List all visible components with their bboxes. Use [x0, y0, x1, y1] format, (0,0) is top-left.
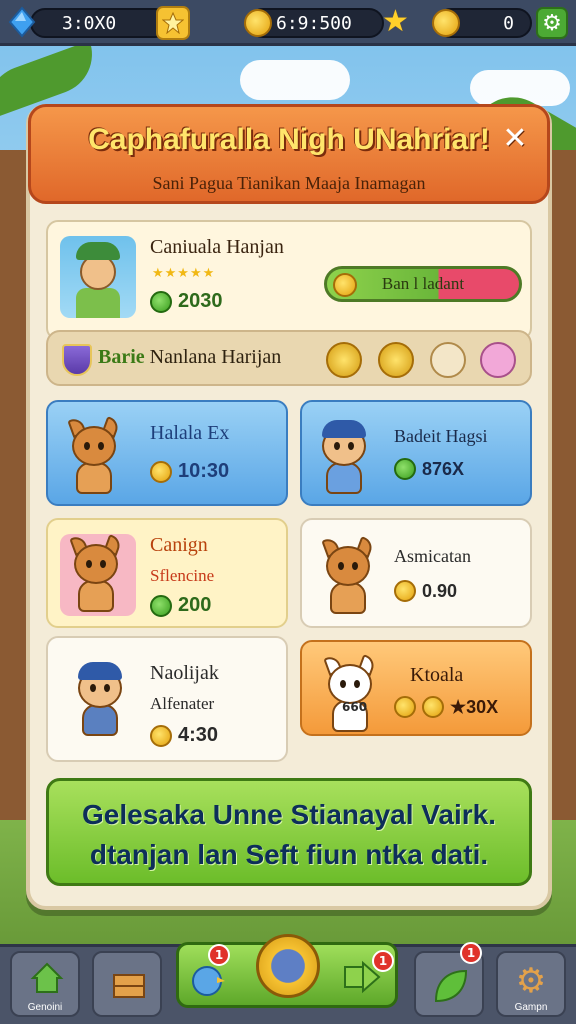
hero-portrait — [60, 236, 136, 318]
strip-text: Nanlana Harijan — [149, 346, 282, 368]
notification-badge: 1 — [460, 942, 482, 964]
coin-count: 6:9:500 — [276, 12, 352, 34]
gear-icon: ⚙ — [542, 10, 562, 36]
coin-icon — [394, 580, 416, 602]
card-price: 200 — [150, 594, 211, 617]
card-price: ★30X — [394, 696, 498, 718]
nav-home-label: Genoini — [27, 1002, 63, 1013]
dialog-title: Caphafuralla Nigh UNahriar! — [88, 123, 490, 156]
card-title: Canign — [150, 534, 208, 556]
claim-button[interactable]: Gelesaka Unne Stianayal Vairk. dtanjan l… — [46, 778, 532, 886]
dialog-subtitle: Sani Pagua Tianikan Maaja Inamagan — [152, 173, 426, 193]
gem-coin-icon — [394, 458, 416, 480]
card-title: Ktoala — [410, 664, 464, 686]
top-bar: 3:0X0 6:9:500 ★ 0 ⚙ — [0, 0, 576, 46]
card-price: 0.90 — [394, 580, 457, 602]
hero-body — [76, 288, 120, 318]
gear-icon: ⚙ — [515, 961, 547, 1001]
item-card[interactable]: Naolijak Alfenater 4:30 — [46, 636, 288, 762]
villager-icon — [64, 658, 136, 738]
item-card[interactable]: Halala Ex 10:30 — [46, 400, 288, 506]
villager-icon — [308, 416, 380, 496]
food-icon — [430, 342, 466, 378]
plus-icon — [162, 12, 184, 34]
hero-price: 2030 — [150, 290, 223, 313]
card-price: 10:30 — [150, 460, 229, 483]
crate-icon — [113, 974, 145, 998]
deer-icon — [60, 534, 136, 616]
card-subtitle: Sflencine — [150, 566, 215, 585]
hero-name: Caniuala Hanjan — [150, 236, 284, 258]
cloud — [240, 60, 350, 100]
card-tag: 660 — [342, 700, 368, 714]
card-price-value: 200 — [178, 594, 212, 616]
cta-line-2: dtanjan lan Seft fiun ntka dati. — [89, 839, 489, 870]
home-icon — [30, 962, 64, 993]
card-title: Halala Ex — [150, 422, 230, 444]
item-card[interactable]: Canign Sflencine 200 — [46, 518, 288, 628]
close-icon[interactable]: ✕ — [499, 123, 531, 155]
cta-line-1: Gelesaka Unne Stianayal Vairk. — [81, 799, 496, 830]
settings-button[interactable]: ⚙ — [536, 7, 568, 39]
hero-hat — [76, 242, 120, 260]
notification-badge: 1 — [372, 950, 394, 972]
gem-coin-icon — [150, 594, 172, 617]
card-price-value: 4:30 — [178, 724, 219, 746]
star-count: 0 — [503, 12, 514, 34]
fox-icon — [58, 416, 130, 496]
coin-icon — [422, 696, 444, 718]
candy-icon — [480, 342, 516, 378]
nav-home-button[interactable]: Genoini — [10, 951, 80, 1017]
card-price: 4:30 — [150, 724, 218, 747]
card-price-value: 10:30 — [178, 460, 230, 482]
strip-label: Barie Nanlana Harijan — [98, 346, 281, 369]
gem-icon — [8, 6, 36, 38]
gem-coin-icon — [150, 290, 172, 313]
card-price-value: 0.90 — [422, 580, 458, 601]
card-title: Asmicatan — [394, 546, 471, 566]
card-subtitle: Alfenater — [150, 694, 215, 713]
hero-stars: ★★★★★ — [152, 266, 216, 281]
card-price: 876X — [394, 458, 464, 480]
progress-label: Ban l ladant — [381, 274, 465, 293]
strip-prefix: Barie — [98, 346, 145, 368]
nav-settings-button[interactable]: ⚙ Gampn — [496, 951, 566, 1017]
notification-badge: 1 — [208, 944, 230, 966]
compass-button[interactable] — [256, 934, 320, 998]
coin-icon — [244, 9, 272, 37]
coin-icon — [150, 460, 172, 483]
gem-counter: 3:0X0 — [30, 8, 170, 38]
shield-icon — [62, 344, 92, 376]
coin-pile-icon — [326, 342, 362, 378]
coin-icon — [333, 273, 357, 297]
gem-count: 3:0X0 — [62, 12, 117, 34]
item-card[interactable]: Asmicatan 0.90 — [300, 518, 532, 628]
coin-icon — [378, 342, 414, 378]
item-card[interactable]: Badeit Hagsi 876X — [300, 400, 532, 506]
bonus-strip[interactable]: Barie Nanlana Harijan — [46, 330, 532, 386]
add-gems-button[interactable] — [156, 6, 190, 40]
item-card[interactable]: 660 Ktoala ★30X — [300, 640, 532, 736]
hero-progress-bar: Ban l ladant — [324, 266, 522, 302]
nav-settings-label: Gampn — [514, 1002, 548, 1013]
squirrel-icon — [312, 536, 384, 616]
card-title: Badeit Hagsi — [394, 426, 488, 446]
dialog-header: Caphafuralla Nigh UNahriar! Sani Pagua T… — [28, 104, 550, 204]
hero-price-value: 2030 — [178, 290, 223, 312]
coin-icon — [150, 724, 172, 747]
card-price-value: 876X — [422, 458, 465, 479]
star-icon: ★ — [382, 4, 409, 39]
coin-icon — [432, 9, 460, 37]
leaf-icon — [434, 969, 468, 1003]
card-price-value: ★30X — [450, 696, 499, 717]
coin-icon — [394, 696, 416, 718]
card-title: Naolijak — [150, 662, 219, 684]
dog-icon — [314, 654, 386, 734]
nav-inventory-button[interactable] — [92, 951, 162, 1017]
